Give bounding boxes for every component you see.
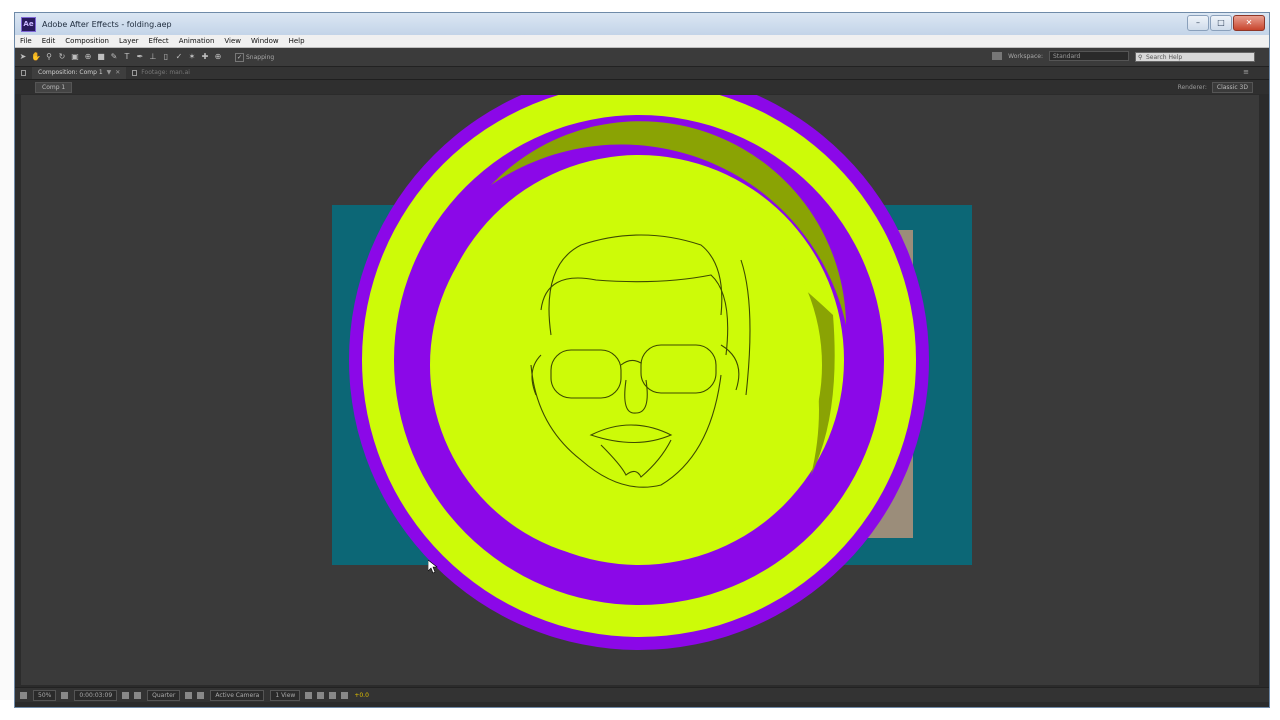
close-button[interactable]: ✕ — [1233, 15, 1265, 31]
menu-composition[interactable]: Composition — [60, 37, 114, 45]
workspace-select[interactable]: Standard — [1049, 51, 1129, 61]
roto-brush-tool-icon[interactable]: ✓ — [174, 52, 184, 62]
workspace-control: Workspace: Standard — [992, 51, 1129, 61]
tab-close-icon[interactable]: ✕ — [115, 67, 120, 79]
zoom-tool-icon[interactable]: ⚲ — [44, 52, 54, 62]
comp-navigator: Comp 1 Renderer: Classic 3D — [15, 80, 1269, 94]
workspace-label: Workspace: — [1008, 52, 1043, 60]
after-effects-app-icon: Ae — [21, 16, 36, 32]
search-help-input[interactable]: ⚲ Search Help — [1135, 52, 1255, 62]
viewer-controls: 50% 0:00:03:09 Quarter Active Camera 1 V… — [15, 687, 1269, 702]
renderer-select[interactable]: Classic 3D — [1211, 82, 1253, 93]
region-of-interest-icon[interactable] — [185, 691, 193, 699]
face-disc — [430, 169, 822, 561]
snapping-label: Snapping — [246, 53, 275, 61]
exposure-reset-icon[interactable] — [341, 691, 349, 699]
menu-effect[interactable]: Effect — [144, 37, 174, 45]
menu-help[interactable]: Help — [284, 37, 310, 45]
fast-preview-icon[interactable] — [317, 691, 325, 699]
clone-stamp-tool-icon[interactable]: ⊥ — [148, 52, 158, 62]
lock-icon[interactable] — [21, 70, 26, 76]
pen-tool-icon[interactable]: ✎ — [109, 52, 119, 62]
renderer-label: Renderer: — [1177, 84, 1207, 91]
hand-tool-icon[interactable]: ✋ — [31, 52, 41, 62]
tab-footage-label: Footage: man.ai — [141, 69, 190, 76]
brush-tool-icon[interactable]: ✒ — [135, 52, 145, 62]
flowchart-icon[interactable] — [329, 691, 337, 699]
search-placeholder: Search Help — [1146, 54, 1183, 61]
mouse-cursor-icon — [427, 559, 438, 574]
channel-icon[interactable] — [134, 691, 142, 699]
view-layout-select[interactable]: 1 View — [270, 689, 301, 701]
menu-file[interactable]: File — [15, 37, 37, 45]
selection-tool-icon[interactable]: ➤ — [18, 52, 28, 62]
viewer-tabs: Composition: Comp 1 ▼ ✕ Footage: man.ai … — [15, 67, 1269, 80]
mouse-cursor — [427, 559, 438, 578]
panel-menu-icon[interactable]: ≡ — [1243, 68, 1249, 76]
tab-close-icon[interactable]: ▼ — [107, 67, 112, 79]
eraser-tool-icon[interactable]: ▯ — [161, 52, 171, 62]
maximize-button[interactable]: □ — [1210, 15, 1232, 31]
zoom-select[interactable]: 50% — [33, 689, 57, 701]
tab-composition[interactable]: Composition: Comp 1 ▼ ✕ — [32, 67, 127, 79]
footage-icon — [132, 70, 138, 76]
axis-icon[interactable]: ✚ — [200, 52, 210, 62]
comp-canvas — [332, 70, 972, 650]
menu-edit[interactable]: Edit — [37, 37, 61, 45]
composition-viewer[interactable] — [21, 70, 1259, 685]
menu-layer[interactable]: Layer — [114, 37, 144, 45]
type-tool-icon[interactable]: T — [122, 52, 132, 62]
window-controls: – □ ✕ — [1187, 15, 1265, 31]
camera-select[interactable]: Active Camera — [210, 689, 265, 701]
magnification-icon[interactable] — [20, 691, 27, 699]
exposure-value[interactable]: +0.0 — [354, 691, 369, 700]
rotation-tool-icon[interactable]: ↻ — [57, 52, 67, 62]
timecode-display[interactable]: 0:00:03:09 — [74, 689, 118, 701]
tools-panel: ➤ ✋ ⚲ ↻ ▣ ⊕ ■ ✎ T ✒ ⊥ ▯ ✓ ✶ ✚ ⊕ ✓ Snappi… — [15, 48, 1269, 67]
camera-tool-icon[interactable]: ▣ — [70, 52, 80, 62]
search-icon: ⚲ — [1138, 54, 1143, 61]
pixel-aspect-icon[interactable] — [305, 691, 313, 699]
renderer-control: Renderer: Classic 3D — [1178, 82, 1253, 93]
pan-behind-tool-icon[interactable]: ⊕ — [83, 52, 93, 62]
desktop-edge — [0, 40, 14, 700]
menu-bar: File Edit Composition Layer Effect Anima… — [15, 35, 1269, 48]
rectangle-tool-icon[interactable]: ■ — [96, 52, 106, 62]
window-title: Adobe After Effects - folding.aep — [42, 19, 172, 29]
snapping-checkbox[interactable]: ✓ — [235, 52, 244, 62]
tab-footage[interactable]: Footage: man.ai — [126, 67, 196, 79]
axis-mode-icon[interactable]: ⊕ — [213, 52, 223, 62]
workspace-icon[interactable] — [992, 52, 1003, 60]
snapping-control[interactable]: ✓ Snapping — [235, 52, 275, 62]
comp-breadcrumb[interactable]: Comp 1 — [35, 81, 73, 93]
menu-view[interactable]: View — [219, 37, 246, 45]
transparency-grid-icon[interactable] — [197, 691, 205, 699]
snapshot-icon[interactable] — [122, 691, 130, 699]
resolution-select[interactable]: Quarter — [147, 689, 181, 701]
menu-animation[interactable]: Animation — [174, 37, 220, 45]
app-window: Ae Adobe After Effects - folding.aep – □… — [14, 12, 1270, 708]
title-bar: Ae Adobe After Effects - folding.aep – □… — [15, 13, 1269, 35]
safe-zones-icon[interactable] — [61, 691, 69, 699]
minimize-button[interactable]: – — [1187, 15, 1209, 31]
menu-window[interactable]: Window — [246, 37, 284, 45]
puppet-tool-icon[interactable]: ✶ — [187, 52, 197, 62]
tab-composition-label: Composition: Comp 1 — [38, 69, 103, 76]
panel-lock[interactable] — [15, 67, 32, 79]
